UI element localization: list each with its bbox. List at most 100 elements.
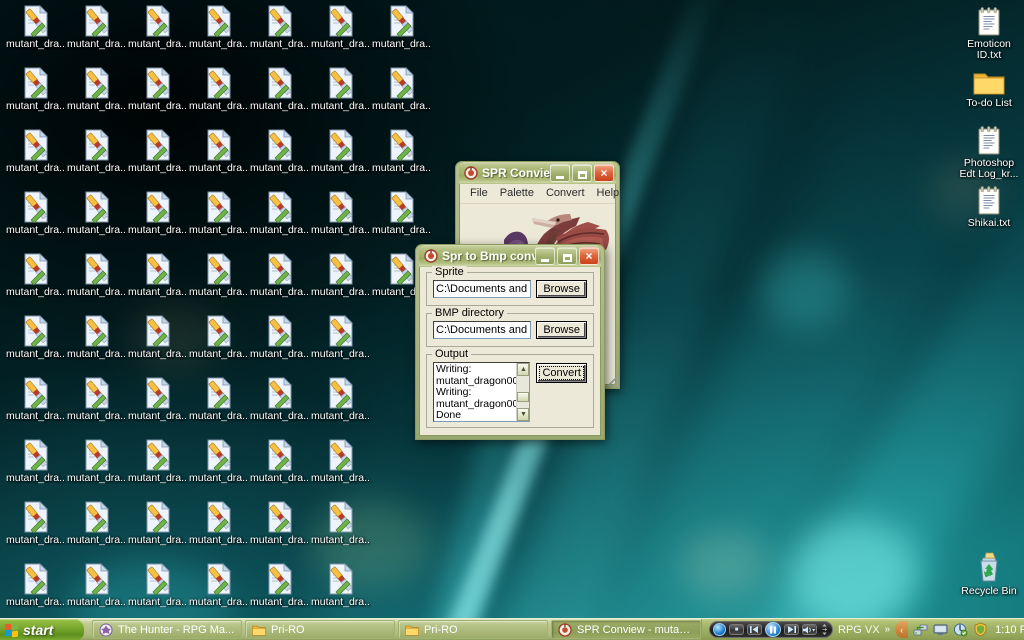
menu-item-file[interactable]: File: [464, 186, 494, 200]
desktop-icon-bmp-file[interactable]: mutant_dra...: [67, 127, 127, 174]
spr-to-bmp-converter-dialog[interactable]: Spr to Bmp convers... × Sprite C:\Docume…: [415, 244, 605, 440]
windows-media-player-toolbar[interactable]: ■: [709, 621, 833, 638]
desktop-icon-bmp-file[interactable]: mutant_dra...: [128, 251, 188, 298]
taskbar[interactable]: start The Hunter - RPG Ma... Pri-RO Pri-…: [0, 618, 1024, 640]
desktop-icon-bmp-file[interactable]: mutant_dra...: [372, 189, 432, 236]
desktop-icon-bmp-file[interactable]: mutant_dra...: [372, 127, 432, 174]
media-options-button[interactable]: [820, 624, 829, 635]
desktop-icon-bmp-file[interactable]: mutant_dra...: [67, 561, 127, 608]
desktop-icon-bmp-file[interactable]: mutant_dra...: [311, 375, 371, 422]
taskbar-button-1[interactable]: Pri-RO: [245, 620, 395, 639]
desktop-icon-bmp-file[interactable]: mutant_dra...: [372, 3, 432, 50]
system-tray[interactable]: ■ RPG VX » ‹ 1:10 P: [701, 619, 1024, 640]
desktop-icon-bmp-file[interactable]: mutant_dra...: [311, 251, 371, 298]
desktop-icon-bmp-file[interactable]: mutant_dra...: [189, 65, 249, 112]
monitor-icon[interactable]: [933, 622, 948, 637]
desktop-icon-bmp-file[interactable]: mutant_dra...: [189, 561, 249, 608]
desktop-icon-bmp-file[interactable]: mutant_dra...: [189, 251, 249, 298]
maximize-button[interactable]: [572, 164, 592, 182]
menu-item-help[interactable]: Help: [591, 186, 626, 200]
desktop-icon-bmp-file[interactable]: mutant_dra...: [67, 313, 127, 360]
menu-bar[interactable]: File Palette Convert Help: [460, 184, 619, 204]
safely-remove-icon[interactable]: [953, 622, 968, 637]
desktop-icon-bmp-file[interactable]: mutant_dra...: [128, 3, 188, 50]
desktop-icon-to-do-list[interactable]: To-do List: [952, 62, 1024, 109]
desktop-icon-bmp-file[interactable]: mutant_dra...: [128, 189, 188, 236]
desktop-icon-bmp-file[interactable]: mutant_dra...: [311, 499, 371, 546]
bmp-path-input[interactable]: C:\Documents and Settings\an: [433, 321, 532, 339]
desktop-icon-bmp-file[interactable]: mutant_dra...: [311, 313, 371, 360]
resize-grip[interactable]: [606, 375, 619, 388]
desktop-icon-bmp-file[interactable]: mutant_dra...: [250, 251, 310, 298]
taskbar-button-2[interactable]: Pri-RO: [398, 620, 548, 639]
desktop-icon-shikai-txt[interactable]: Shikai.txt: [952, 182, 1024, 229]
start-button[interactable]: start: [0, 619, 84, 640]
desktop-icon-bmp-file[interactable]: mutant_dra...: [67, 189, 127, 236]
desktop-icon-bmp-file[interactable]: mutant_dra...: [311, 561, 371, 608]
menu-item-palette[interactable]: Palette: [494, 186, 540, 200]
desktop-icon-bmp-file[interactable]: mutant_dra...: [311, 127, 371, 174]
sprite-path-input[interactable]: C:\Documents and Settings\an: [433, 280, 532, 298]
close-button[interactable]: ×: [579, 247, 599, 265]
desktop-icon-bmp-file[interactable]: mutant_dra...: [372, 65, 432, 112]
desktop-icon-bmp-file[interactable]: mutant_dra...: [67, 251, 127, 298]
desktop-icon-bmp-file[interactable]: mutant_dra...: [311, 189, 371, 236]
desktop-icon-bmp-file[interactable]: mutant_dra...: [189, 499, 249, 546]
taskbar-button-0[interactable]: The Hunter - RPG Ma...: [92, 620, 242, 639]
desktop-icon-bmp-file[interactable]: mutant_dra...: [67, 375, 127, 422]
stop-button[interactable]: ■: [729, 624, 744, 635]
menu-item-convert[interactable]: Convert: [540, 186, 591, 200]
scrollbar-thumb[interactable]: [517, 392, 530, 402]
volume-button[interactable]: [802, 624, 817, 635]
desktop-icon-bmp-file[interactable]: mutant_dra...: [128, 437, 188, 484]
scroll-up-arrow[interactable]: ▲: [517, 363, 530, 376]
next-button[interactable]: [784, 624, 799, 635]
desktop-icon-bmp-file[interactable]: mutant_dra...: [250, 499, 310, 546]
output-listbox[interactable]: Writing:mutant_dragon0064.bmpWriting:mut…: [433, 362, 531, 422]
scroll-down-arrow[interactable]: ▼: [517, 408, 530, 421]
desktop-icon-bmp-file[interactable]: mutant_dra...: [6, 189, 66, 236]
desktop-icon-bmp-file[interactable]: mutant_dra...: [6, 251, 66, 298]
desktop-icon-bmp-file[interactable]: mutant_dra...: [67, 499, 127, 546]
desktop-icon-bmp-file[interactable]: mutant_dra...: [128, 65, 188, 112]
desktop-icon-bmp-file[interactable]: mutant_dra...: [128, 561, 188, 608]
desktop-icon-bmp-file[interactable]: mutant_dra...: [250, 3, 310, 50]
close-button[interactable]: ×: [594, 164, 614, 182]
desktop-icon-recycle-bin[interactable]: Recycle Bin: [952, 550, 1024, 597]
desktop-icon-bmp-file[interactable]: mutant_dra...: [6, 375, 66, 422]
desktop-icon-bmp-file[interactable]: mutant_dra...: [6, 65, 66, 112]
previous-button[interactable]: [747, 624, 762, 635]
desktop-icon-bmp-file[interactable]: mutant_dra...: [250, 65, 310, 112]
titlebar[interactable]: SPR Conview ... ×: [459, 162, 616, 184]
desktop-icon-bmp-file[interactable]: mutant_dra...: [6, 437, 66, 484]
desktop-icon-bmp-file[interactable]: mutant_dra...: [189, 3, 249, 50]
desktop-icon-photoshop-edt-log-kr[interactable]: Photoshop Edt Log_kr...: [952, 122, 1024, 180]
desktop-icon-emoticon-id-txt[interactable]: Emoticon ID.txt: [952, 3, 1024, 61]
desktop-icon-bmp-file[interactable]: mutant_dra...: [6, 127, 66, 174]
desktop-icon-bmp-file[interactable]: mutant_dra...: [311, 3, 371, 50]
antivirus-icon[interactable]: [973, 622, 988, 637]
minimize-button[interactable]: [550, 164, 570, 182]
desktop-icon-bmp-file[interactable]: mutant_dra...: [250, 127, 310, 174]
pause-button[interactable]: [765, 622, 781, 637]
clock[interactable]: 1:10 PM: [993, 624, 1024, 636]
desktop-icon-bmp-file[interactable]: mutant_dra...: [189, 313, 249, 360]
desktop-icon-bmp-file[interactable]: mutant_dra...: [250, 189, 310, 236]
scrollbar-track[interactable]: [517, 376, 530, 408]
desktop-icon-bmp-file[interactable]: mutant_dra...: [67, 65, 127, 112]
taskbar-button-3[interactable]: SPR Conview - mutan...: [551, 620, 701, 639]
desktop-icon-bmp-file[interactable]: mutant_dra...: [6, 561, 66, 608]
desktop-icon-bmp-file[interactable]: mutant_dra...: [67, 3, 127, 50]
desktop-icon-bmp-file[interactable]: mutant_dra...: [6, 313, 66, 360]
desktop-icon-bmp-file[interactable]: mutant_dra...: [189, 375, 249, 422]
sprite-browse-button[interactable]: Browse: [536, 280, 587, 298]
desktop-icon-bmp-file[interactable]: mutant_dra...: [311, 65, 371, 112]
desktop-icon-bmp-file[interactable]: mutant_dra...: [189, 127, 249, 174]
tray-expand-button[interactable]: ‹: [895, 621, 909, 638]
maximize-button[interactable]: [557, 247, 577, 265]
desktop-icon-bmp-file[interactable]: mutant_dra...: [128, 127, 188, 174]
desktop-icon-bmp-file[interactable]: mutant_dra...: [189, 437, 249, 484]
desktop-icon-bmp-file[interactable]: mutant_dra...: [128, 375, 188, 422]
desktop-icon-bmp-file[interactable]: mutant_dra...: [250, 437, 310, 484]
tray-overflow-icon[interactable]: »: [885, 624, 891, 635]
